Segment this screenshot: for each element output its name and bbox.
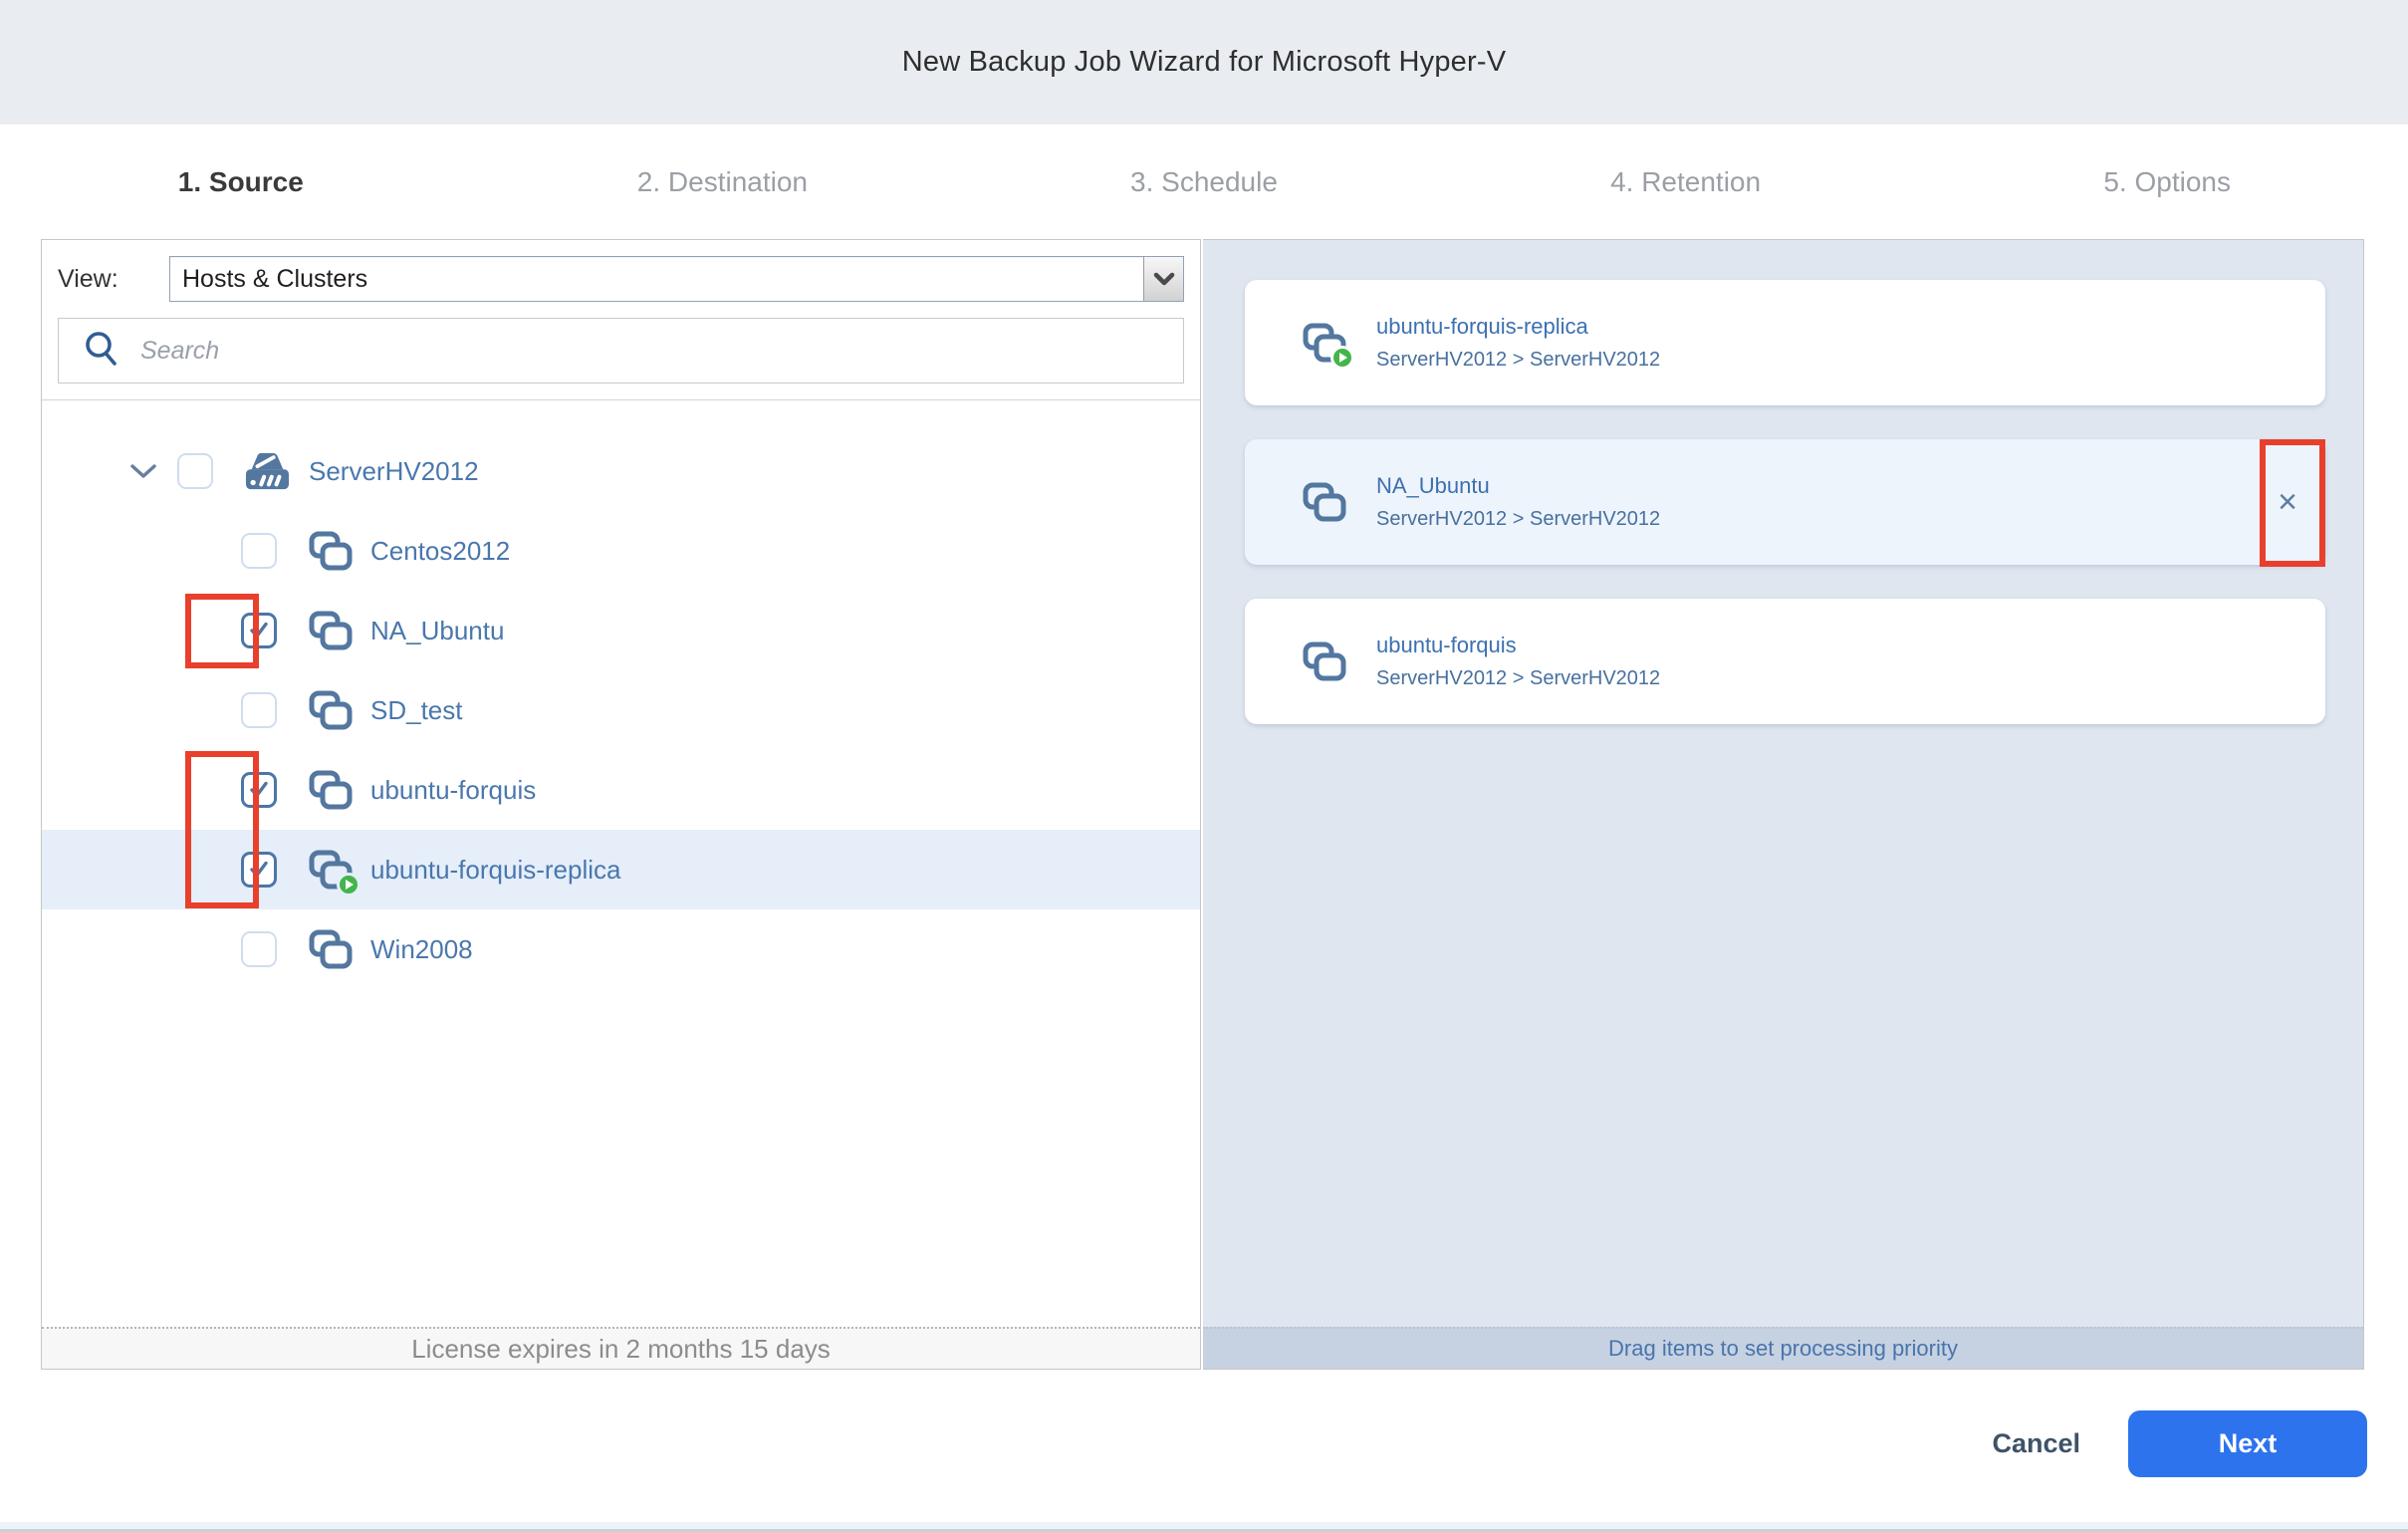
tab-schedule[interactable]: 3. Schedule (963, 125, 1445, 239)
cancel-button[interactable]: Cancel (1992, 1428, 2080, 1459)
view-dropdown[interactable]: Hosts & Clusters (169, 256, 1184, 302)
view-label: View: (58, 265, 169, 294)
tree-row-vm[interactable]: ubuntu-forquis (42, 750, 1200, 830)
tree-label-vm[interactable]: Win2008 (370, 934, 473, 965)
tab-destination[interactable]: 2. Destination (482, 125, 964, 239)
search-icon (83, 330, 120, 373)
vm-replica-icon (309, 850, 353, 890)
checkbox-na-ubuntu[interactable] (241, 613, 277, 648)
next-button[interactable]: Next (2128, 1410, 2367, 1477)
license-status-bar: License expires in 2 months 15 days (42, 1327, 1200, 1369)
window-bottom-edge (0, 1522, 2408, 1532)
source-tree-panel: View: Hosts & Clusters (41, 239, 1201, 1370)
tree-row-vm[interactable]: SD_test (42, 670, 1200, 750)
checkbox-sd-test[interactable] (241, 692, 277, 728)
selected-vm-list: ubuntu-forquis-replica ServerHV2012 > Se… (1203, 240, 2363, 758)
host-server-icon (243, 449, 291, 493)
tree-row-vm[interactable]: Win2008 (42, 909, 1200, 989)
remove-item-icon[interactable]: × (2264, 454, 2311, 550)
vm-tree: ServerHV2012 Centos2012 (42, 400, 1200, 989)
selected-vm-card-ubuntu-forquis-replica[interactable]: ubuntu-forquis-replica ServerHV2012 > Se… (1245, 280, 2325, 405)
checkbox-serverhv2012[interactable] (177, 453, 213, 489)
vm-replica-icon (1303, 323, 1346, 363)
dropdown-arrow-button[interactable] (1143, 257, 1183, 301)
tree-row-host[interactable]: ServerHV2012 (42, 431, 1200, 511)
running-state-icon (1330, 346, 1354, 370)
card-title: ubuntu-forquis (1376, 633, 1660, 658)
vm-icon (309, 929, 353, 969)
card-title: NA_Ubuntu (1376, 473, 1660, 499)
tree-label-vm[interactable]: Centos2012 (370, 536, 510, 567)
drag-hint-bar: Drag items to set processing priority (1203, 1327, 2363, 1369)
card-path: ServerHV2012 > ServerHV2012 (1376, 667, 1660, 690)
tree-label-host[interactable]: ServerHV2012 (309, 456, 479, 487)
tab-source[interactable]: 1. Source (0, 125, 482, 239)
card-path: ServerHV2012 > ServerHV2012 (1376, 349, 1660, 372)
tree-row-vm[interactable]: Centos2012 (42, 511, 1200, 591)
search-box (58, 318, 1184, 383)
view-row: View: Hosts & Clusters (42, 240, 1200, 302)
selected-vm-card-ubuntu-forquis[interactable]: ubuntu-forquis ServerHV2012 > ServerHV20… (1245, 599, 2325, 724)
vm-icon (309, 690, 353, 730)
vm-icon (309, 770, 353, 810)
wizard-actions: Cancel Next (1992, 1410, 2367, 1477)
vm-icon (1303, 482, 1346, 522)
checkbox-ubuntu-forquis[interactable] (241, 772, 277, 808)
page-title: New Backup Job Wizard for Microsoft Hype… (902, 46, 1507, 79)
tree-row-vm[interactable]: NA_Ubuntu (42, 591, 1200, 670)
running-state-icon (337, 873, 361, 896)
checkbox-centos2012[interactable] (241, 533, 277, 569)
tree-row-vm-selected[interactable]: ubuntu-forquis-replica (42, 830, 1200, 909)
card-path: ServerHV2012 > ServerHV2012 (1376, 508, 1660, 531)
tab-options[interactable]: 5. Options (1926, 125, 2408, 239)
card-title: ubuntu-forquis-replica (1376, 314, 1660, 340)
tree-label-vm[interactable]: ubuntu-forquis (370, 775, 536, 806)
expand-chevron-icon[interactable] (129, 463, 157, 480)
checkbox-ubuntu-forquis-replica[interactable] (241, 852, 277, 888)
chevron-down-icon (1153, 272, 1175, 286)
wizard-header: New Backup Job Wizard for Microsoft Hype… (0, 0, 2408, 125)
tree-label-vm[interactable]: SD_test (370, 695, 463, 726)
tree-label-vm[interactable]: NA_Ubuntu (370, 616, 504, 646)
vm-icon (309, 611, 353, 650)
selected-items-panel: ubuntu-forquis-replica ServerHV2012 > Se… (1203, 239, 2364, 1370)
checkbox-win2008[interactable] (241, 931, 277, 967)
vm-icon (1303, 641, 1346, 681)
view-dropdown-value: Hosts & Clusters (170, 257, 1143, 301)
vm-icon (309, 531, 353, 571)
tab-retention[interactable]: 4. Retention (1445, 125, 1927, 239)
tree-label-vm[interactable]: ubuntu-forquis-replica (370, 855, 620, 886)
wizard-steps: 1. Source 2. Destination 3. Schedule 4. … (0, 125, 2408, 239)
search-input[interactable] (140, 321, 1183, 381)
selected-vm-card-na-ubuntu[interactable]: NA_Ubuntu ServerHV2012 > ServerHV2012 × (1245, 439, 2325, 565)
